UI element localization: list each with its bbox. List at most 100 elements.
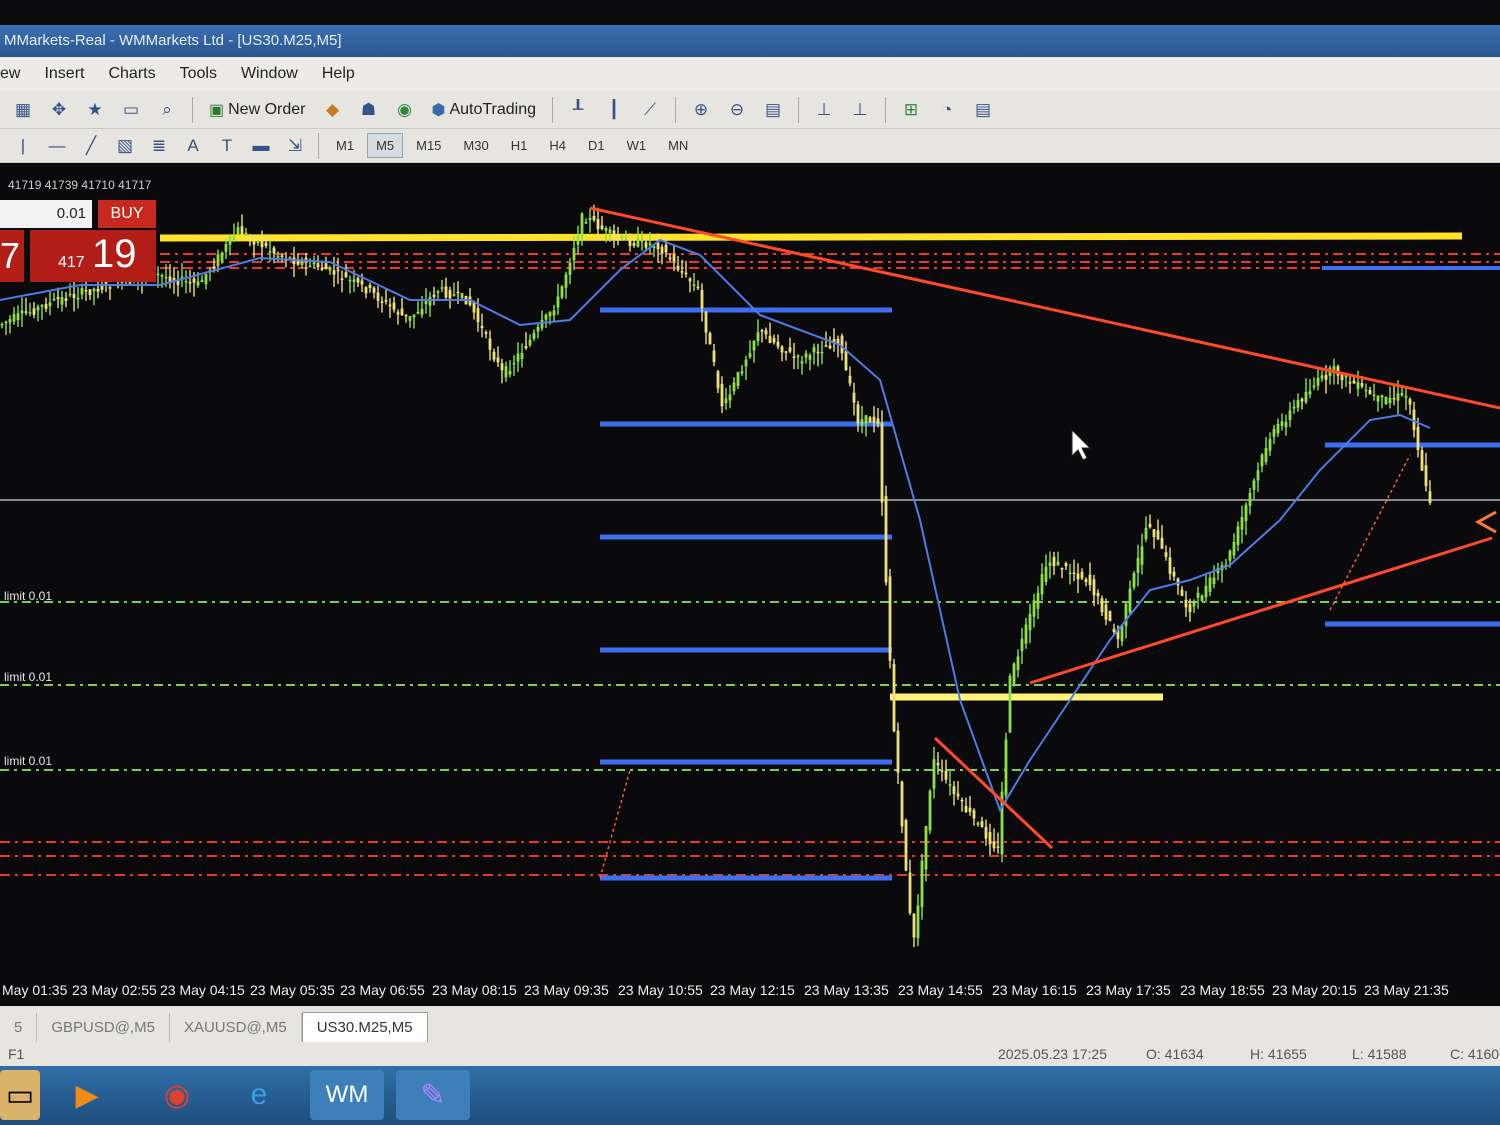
signals-icon[interactable]: ◉ xyxy=(389,96,419,124)
candle-body xyxy=(1352,380,1356,384)
autoscroll-icon[interactable]: ⊥ xyxy=(809,96,839,124)
toolbar-separator xyxy=(675,96,677,123)
menu-item-tools[interactable]: Tools xyxy=(180,65,217,83)
candle-body xyxy=(592,215,596,220)
paint-taskbar-icon[interactable]: ✎ xyxy=(396,1070,470,1120)
timeframe-w1[interactable]: W1 xyxy=(618,133,656,158)
candle-body xyxy=(1180,589,1184,596)
candle-body xyxy=(372,287,376,293)
label-icon[interactable]: T xyxy=(212,132,242,160)
bar-chart-icon[interactable]: ┸ xyxy=(563,96,593,124)
candle-body xyxy=(1148,523,1152,528)
menu-item-insert[interactable]: Insert xyxy=(44,65,84,83)
candle-body xyxy=(792,356,796,358)
new-order-button[interactable]: ▣ New Order xyxy=(203,100,311,120)
candle-body xyxy=(812,347,816,353)
media-player-taskbar-icon[interactable]: ▶ xyxy=(50,1070,124,1120)
arrows-icon[interactable]: ⇲ xyxy=(280,132,310,160)
candlestick-icon[interactable]: ┃ xyxy=(599,96,629,124)
periods-icon[interactable]: ◔ xyxy=(932,96,962,124)
candle-body xyxy=(1404,396,1408,398)
fibonacci-icon[interactable]: ≣ xyxy=(144,132,174,160)
terminal-icon[interactable]: ▭ xyxy=(116,96,146,124)
candle-body xyxy=(424,300,428,305)
chart-canvas[interactable] xyxy=(0,164,1500,976)
chart-shift-icon[interactable]: ⊥ xyxy=(845,96,875,124)
status-bar: F1 2025.05.23 17:25 O: 41634 H: 41655 L:… xyxy=(0,1042,1500,1066)
timeframe-m15[interactable]: M15 xyxy=(407,133,450,158)
ask-price[interactable]: 417 19 xyxy=(30,230,156,282)
market-icon[interactable]: ☗ xyxy=(353,96,383,124)
candle-body xyxy=(1080,571,1084,579)
horizontal-line-icon[interactable]: — xyxy=(42,132,72,160)
text-icon[interactable]: A xyxy=(178,132,208,160)
candle-body xyxy=(900,781,904,827)
tester-icon[interactable]: ⌕ xyxy=(152,96,182,124)
indicators-icon[interactable]: ⊞ xyxy=(896,96,926,124)
trendline-icon[interactable]: ╱ xyxy=(76,132,106,160)
navigator-icon[interactable]: ✥ xyxy=(44,96,74,124)
candle-body xyxy=(92,288,96,292)
candle-body xyxy=(388,304,392,307)
cursor-icon[interactable]: | xyxy=(8,132,38,160)
chart-tab[interactable]: 5 xyxy=(0,1013,38,1042)
candle-body xyxy=(1044,566,1048,582)
candle-body xyxy=(12,314,16,322)
menu-item-charts[interactable]: Charts xyxy=(108,65,155,83)
chart-tab-us30[interactable]: US30.M25,M5 xyxy=(301,1012,428,1042)
candle-body xyxy=(632,243,636,246)
timeframe-d1[interactable]: D1 xyxy=(579,133,614,158)
timeframe-m5[interactable]: M5 xyxy=(367,133,404,158)
time-axis-label: 23 May 12:15 xyxy=(710,982,795,998)
candle-body xyxy=(560,286,564,298)
time-axis-label: 23 May 05:35 xyxy=(250,982,335,998)
new-chart-icon[interactable]: ▦ xyxy=(8,96,38,124)
candle-body xyxy=(1004,739,1008,796)
timeframe-m1[interactable]: M1 xyxy=(327,133,363,158)
folder-icon[interactable]: ★ xyxy=(80,96,110,124)
buy-button[interactable]: BUY xyxy=(98,200,156,228)
autotrading-button[interactable]: ⬢ AutoTrading xyxy=(425,100,542,120)
menu-item-help[interactable]: Help xyxy=(322,65,355,83)
timeframe-h1[interactable]: H1 xyxy=(502,133,537,158)
internet-explorer-taskbar-icon[interactable]: e xyxy=(222,1070,296,1120)
explorer-taskbar-icon[interactable]: ▭ xyxy=(0,1070,40,1120)
candle-body xyxy=(616,237,620,241)
resistance-line xyxy=(159,232,1463,242)
chart-tab-gbpusd[interactable]: GBPUSD@,M5 xyxy=(37,1013,170,1042)
candle-body xyxy=(844,351,848,371)
candle-body xyxy=(1408,399,1412,405)
candle-body xyxy=(872,416,876,423)
candle-body xyxy=(1068,572,1072,575)
tile-windows-icon[interactable]: ▤ xyxy=(758,96,788,124)
candle-body xyxy=(976,822,980,825)
price-chart[interactable] xyxy=(0,164,1500,976)
candle-body xyxy=(588,217,592,221)
time-axis-label: 23 May 06:55 xyxy=(340,982,425,998)
candle-body xyxy=(736,372,740,387)
time-axis-label: 23 May 08:15 xyxy=(432,982,517,998)
candle-body xyxy=(412,314,416,318)
chrome-taskbar-icon[interactable]: ◉ xyxy=(140,1070,214,1120)
rectangle-icon[interactable]: ▬ xyxy=(246,132,276,160)
metaeditor-icon[interactable]: ◆ xyxy=(317,96,347,124)
menu-item-view[interactable]: ew xyxy=(0,65,20,83)
lot-size-field[interactable]: 0.01 xyxy=(0,200,92,228)
candle-body xyxy=(884,495,888,583)
templates-icon[interactable]: ▤ xyxy=(968,96,998,124)
timeframe-m30[interactable]: M30 xyxy=(454,133,497,158)
candle-body xyxy=(920,860,924,908)
candle-body xyxy=(608,229,612,234)
timeframe-h4[interactable]: H4 xyxy=(540,133,575,158)
zoom-in-icon[interactable]: ⊕ xyxy=(686,96,716,124)
zoom-out-icon[interactable]: ⊖ xyxy=(722,96,752,124)
timeframe-mn[interactable]: MN xyxy=(659,133,697,158)
candle-body xyxy=(1212,577,1216,585)
chart-tab-xauusd[interactable]: XAUUSD@,M5 xyxy=(170,1013,302,1042)
line-chart-icon[interactable]: ⟋ xyxy=(635,96,665,124)
wmmarkets-taskbar-icon[interactable]: WM xyxy=(310,1070,384,1120)
menu-item-window[interactable]: Window xyxy=(241,65,298,83)
candle-body xyxy=(484,332,488,334)
channel-icon[interactable]: ▧ xyxy=(110,132,140,160)
bid-price-fragment[interactable]: 7 xyxy=(0,230,24,282)
